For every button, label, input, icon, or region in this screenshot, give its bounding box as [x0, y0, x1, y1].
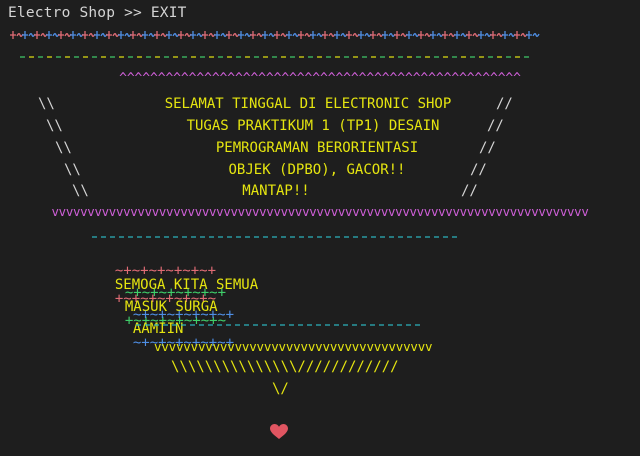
message-line-5: MANTAP!!: [242, 183, 310, 199]
top-pattern: [10, 31, 540, 39]
window-title: Electro Shop >> EXIT: [8, 5, 187, 21]
message-line-2: TUGAS PRAKTIKUM 1 (TP1) DESAIN: [186, 118, 440, 134]
dash-line-top: [20, 56, 529, 58]
caret-line: ^^^^^^^^^^^^^^^^^^^^^^^^^^^^^^^^^^^^^^^^…: [119, 71, 521, 86]
message-line-4: OBJEK (DPBO), GACOR!!: [228, 162, 406, 178]
dash-line-bottom: [136, 324, 420, 326]
message-line-1: SELAMAT TINGGAL DI ELECTRONIC SHOP: [164, 96, 452, 112]
pattern-tilde: [532, 33, 540, 37]
v-line-magenta: vvvvvvvvvvvvvvvvvvvvvvvvvvvvvvvvvvvvvvvv…: [51, 204, 589, 219]
message-line-3: PEMROGRAMAN BERORIENTASI: [215, 140, 419, 156]
v-line-yellow: vvvvvvvvvvvvvvvvvvvvvvvvvvvvvvvvvvvvvv: [154, 339, 433, 354]
funnel-tip: \/: [272, 381, 289, 397]
heart-icon: [270, 424, 288, 439]
slash-funnel: \\\\\\\\\\\\\\\////////////: [171, 359, 399, 375]
dash-line-middle: [92, 236, 457, 238]
